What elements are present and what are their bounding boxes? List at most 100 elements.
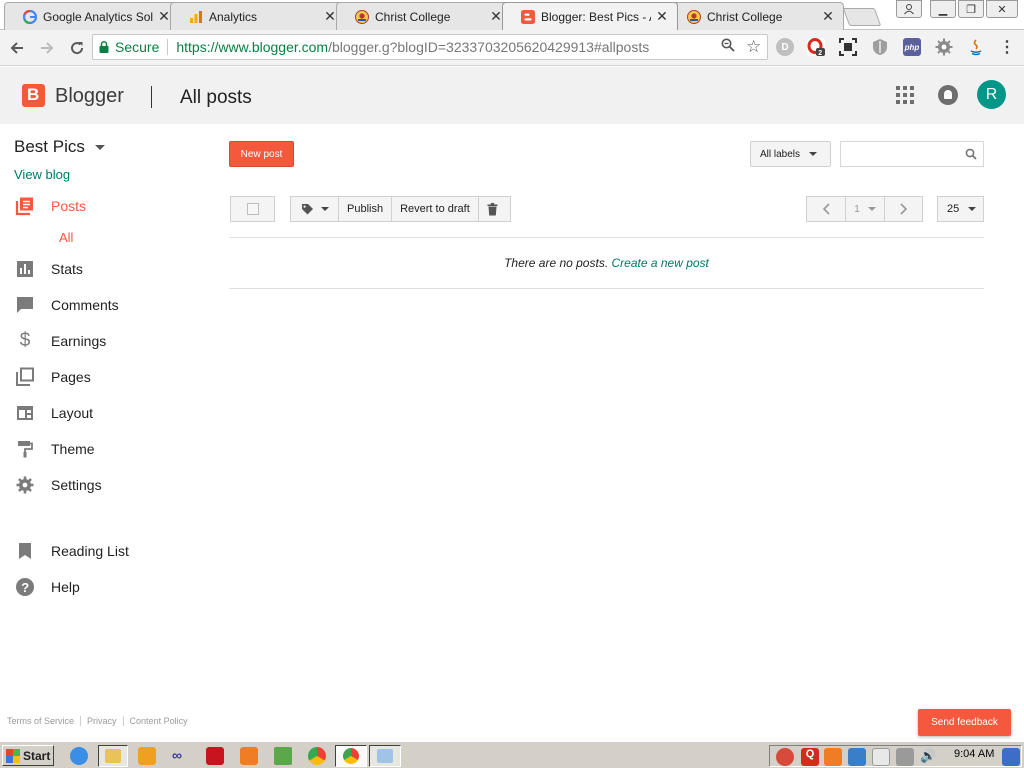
taskbar-explorer-button[interactable] (98, 745, 128, 767)
sidebar-item-pages[interactable]: Pages (15, 366, 91, 388)
tray-q-icon[interactable]: Q (801, 748, 819, 766)
tab-christ-college-1[interactable]: Christ College ✕ (336, 2, 512, 30)
revert-to-draft-button[interactable]: Revert to draft (391, 197, 478, 221)
per-page-dropdown[interactable]: 25 (937, 196, 984, 222)
opera-extension-icon[interactable]: 2 (807, 38, 825, 56)
reload-button[interactable] (64, 35, 90, 61)
delete-button[interactable] (477, 197, 507, 221)
sidebar-item-help[interactable]: ? Help (15, 576, 80, 598)
tray-display-icon[interactable] (896, 748, 914, 766)
forward-button[interactable] (34, 35, 60, 61)
select-all-checkbox[interactable] (246, 203, 259, 215)
sidebar-item-label: Settings (51, 477, 102, 493)
window-controls: ▁ ❐ ✕ (894, 0, 1018, 18)
notifications-bell-icon[interactable] (938, 85, 958, 105)
privacy-link[interactable]: Privacy (80, 716, 123, 726)
page-title: All posts (180, 87, 252, 108)
create-new-post-link[interactable]: Create a new post (612, 256, 709, 270)
sidebar-subitem-all[interactable]: All (59, 230, 73, 245)
sidebar-item-earnings[interactable]: $ Earnings (15, 330, 107, 352)
close-icon[interactable]: ✕ (655, 8, 669, 25)
close-icon[interactable]: ✕ (821, 8, 835, 25)
next-page-button[interactable] (884, 197, 922, 221)
profile-icon[interactable] (896, 0, 922, 18)
java-icon[interactable] (967, 38, 985, 56)
tab-blogger-active[interactable]: Blogger: Best Pics - All ✕ (502, 2, 678, 30)
sidebar-item-label: Help (51, 579, 80, 595)
shield-icon[interactable] (871, 38, 889, 56)
tray-xampp-icon[interactable] (824, 748, 842, 766)
screen-capture-icon[interactable] (839, 38, 857, 56)
maximize-button[interactable]: ❐ (958, 0, 984, 18)
list-divider-bottom (229, 288, 984, 289)
taskbar-app-window[interactable] (369, 745, 401, 767)
new-tab-button[interactable] (842, 8, 882, 26)
page-select[interactable]: 1 (844, 197, 885, 221)
xampp-icon[interactable] (240, 747, 258, 765)
apps-grid-icon[interactable] (896, 86, 914, 104)
close-icon[interactable]: ✕ (157, 8, 171, 25)
chevron-left-icon (822, 203, 830, 215)
view-blog-link[interactable]: View blog (14, 167, 70, 182)
empty-state-message: There are no posts. Create a new post (229, 256, 984, 270)
search-input[interactable] (840, 141, 984, 167)
back-arrow-icon (10, 41, 23, 54)
close-icon[interactable]: ✕ (323, 8, 337, 25)
terms-link[interactable]: Terms of Service (7, 716, 80, 726)
close-window-button[interactable]: ✕ (986, 0, 1018, 18)
settings-cog-extension-icon[interactable] (935, 38, 953, 56)
address-bar[interactable]: Secure https://www.blogger.com/blogger.g… (92, 34, 768, 60)
posts-icon (15, 196, 35, 216)
select-all-checkbox-button[interactable] (230, 196, 275, 222)
sidebar-item-stats[interactable]: Stats (15, 258, 83, 280)
brand-name[interactable]: Blogger (55, 85, 124, 108)
sidebar-item-layout[interactable]: Layout (15, 402, 93, 424)
media-player-icon[interactable] (138, 747, 156, 765)
tab-analytics[interactable]: Analytics ✕ (170, 2, 346, 30)
lock-icon (99, 41, 109, 53)
tray-flag-icon[interactable] (872, 748, 890, 766)
secure-indicator[interactable]: Secure (99, 39, 159, 55)
help-icon: ? (15, 577, 35, 597)
start-button[interactable]: Start (2, 745, 54, 766)
show-desktop-icon[interactable] (1002, 748, 1020, 766)
acrobat-icon[interactable] (206, 747, 224, 765)
avatar[interactable]: R (977, 80, 1006, 109)
minimize-button[interactable]: ▁ (930, 0, 956, 18)
analytics-bars-icon (189, 10, 203, 24)
sidebar-item-theme[interactable]: Theme (15, 438, 95, 460)
back-button[interactable] (4, 35, 30, 61)
chevron-down-icon (867, 207, 876, 211)
screen: Google Analytics Soluti ✕ Analytics ✕ Ch… (0, 0, 1024, 768)
volume-icon[interactable]: 🔊 (920, 748, 938, 766)
package-app-icon[interactable] (274, 747, 292, 765)
new-post-button[interactable]: New post (229, 141, 294, 167)
sidebar-item-comments[interactable]: Comments (15, 294, 119, 316)
content-policy-link[interactable]: Content Policy (122, 716, 194, 726)
tray-security-icon[interactable] (776, 748, 794, 766)
extension-d-icon[interactable]: D (776, 38, 794, 56)
labels-filter-dropdown[interactable]: All labels (750, 141, 831, 167)
infinity-app-icon[interactable]: ∞ (172, 747, 190, 765)
zoom-icon[interactable] (721, 38, 735, 56)
sidebar-item-reading-list[interactable]: Reading List (15, 540, 129, 562)
prev-page-button[interactable] (807, 197, 845, 221)
tab-christ-college-2[interactable]: Christ College ✕ (668, 2, 844, 30)
bookmark-star-icon[interactable]: ☆ (746, 37, 761, 57)
blogger-logo-icon[interactable] (22, 84, 45, 107)
taskbar-chrome-window-active[interactable] (335, 745, 367, 767)
send-feedback-button[interactable]: Send feedback (918, 709, 1011, 736)
sidebar-item-settings[interactable]: Settings (15, 474, 102, 496)
browser-menu-icon[interactable]: ⋮ (998, 38, 1016, 56)
search-icon[interactable] (965, 148, 977, 163)
tray-network-icon[interactable] (848, 748, 866, 766)
chrome-icon[interactable] (308, 747, 326, 765)
blog-selector[interactable]: Best Pics (14, 137, 105, 157)
label-dropdown-button[interactable] (291, 197, 338, 221)
internet-explorer-icon[interactable] (70, 747, 88, 765)
publish-button[interactable]: Publish (338, 197, 391, 221)
sidebar-item-posts[interactable]: Posts (15, 195, 86, 217)
close-icon[interactable]: ✕ (489, 8, 503, 25)
php-extension-icon[interactable]: php (903, 38, 921, 56)
tab-google-analytics[interactable]: Google Analytics Soluti ✕ (4, 2, 180, 30)
